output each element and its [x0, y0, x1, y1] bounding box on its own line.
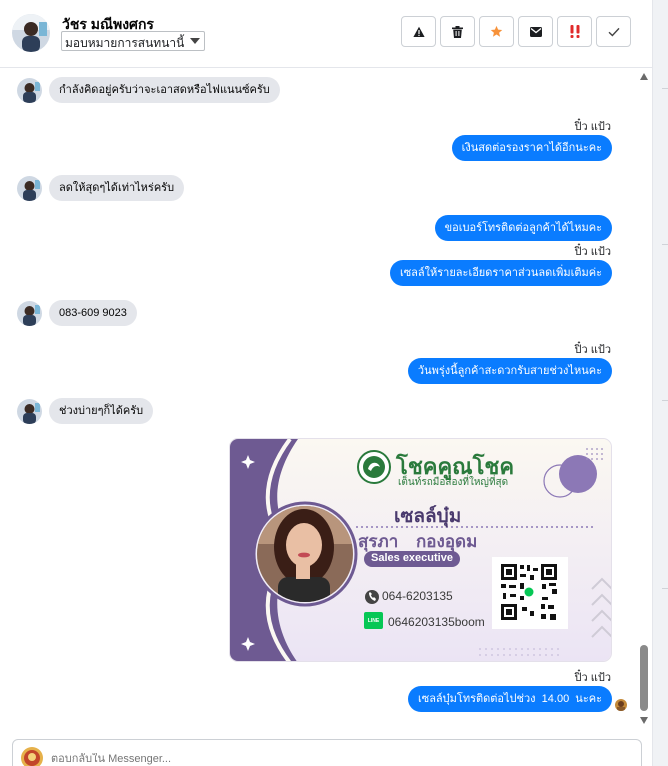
card-full-name: สุรภา กองอุดม — [358, 532, 478, 552]
star-icon — [490, 25, 503, 37]
sender-avatar — [17, 301, 42, 326]
sender-name: ปิ๋ว แป้ว — [574, 672, 611, 684]
mail-icon — [529, 26, 542, 37]
card-nickname: เซลล์บุ๋ม — [394, 505, 462, 527]
messenger-inbox-window: วัชร มณีพงศกร มอบหมายการสนทนานี้ กำลังคิ… — [0, 0, 668, 766]
sender-avatar — [17, 399, 42, 424]
right-panel-edge — [652, 0, 668, 766]
delete-button[interactable] — [440, 16, 475, 47]
mark-done-button[interactable] — [596, 16, 631, 47]
sender-name: ปิ๋ว แป้ว — [574, 246, 611, 258]
business-card-image[interactable]: โชคคูณโชค เต็นท์รถมือสองที่ใหญ่ที่สุด เซ… — [229, 438, 612, 662]
check-icon — [608, 27, 620, 37]
conversation-header: วัชร มณีพงศกร มอบหมายการสนทนานี้ — [0, 0, 652, 68]
scroll-thumb[interactable] — [640, 645, 648, 711]
trash-icon — [452, 25, 463, 38]
spam-icon — [570, 25, 579, 38]
incoming-message[interactable]: กำลังคิดอยู่ครับว่าจะเอาสดหรือไฟแนนซ์ครั… — [49, 77, 280, 103]
page-avatar — [21, 747, 43, 766]
outgoing-message[interactable]: เซลล์ให้รายละเอียดราคาส่วนลดเพิ่มเติมค่ะ — [389, 260, 612, 286]
outgoing-message[interactable]: วันพรุ่งนี้ลูกค้าสะดวกรับสายช่วงไหนคะ — [407, 358, 612, 384]
brand-tagline: เต็นท์รถมือสองที่ใหญ่ที่สุด — [398, 477, 509, 488]
assign-conversation-label: มอบหมายการสนทนานี้ — [65, 36, 185, 50]
line-badge: LINE — [367, 618, 380, 624]
incoming-message[interactable]: 083-609 9023 — [49, 300, 137, 326]
outgoing-message[interactable]: ขอเบอร์โทรติดต่อลูกค้าได้ไหมคะ — [434, 215, 612, 241]
card-position: Sales executive — [371, 552, 453, 564]
sender-avatar — [17, 78, 42, 103]
mark-spam-button[interactable] — [557, 16, 592, 47]
star-button[interactable] — [479, 16, 514, 47]
outgoing-message[interactable]: เซลล์บุ๋มโทรติดต่อไปช่วง 14.00 นะคะ — [407, 686, 612, 712]
conversation-actions — [401, 16, 631, 47]
mark-unread-button[interactable] — [518, 16, 553, 47]
incoming-message[interactable]: ลดให้สุดๆได้เท่าไหร่ครับ — [49, 175, 185, 201]
warning-icon — [412, 26, 425, 37]
sender-avatar — [17, 176, 42, 201]
card-phone: 064-6203135 — [382, 589, 453, 603]
contact-avatar[interactable] — [12, 14, 50, 52]
report-button[interactable] — [401, 16, 436, 47]
card-line-id: 0646203135boom — [388, 615, 485, 629]
reply-input[interactable] — [51, 753, 611, 765]
outgoing-message[interactable]: เงินสดต่อรองราคาได้อีกนะคะ — [451, 135, 612, 161]
thread-scrollbar[interactable] — [636, 69, 652, 734]
sender-name: ปิ๋ว แป้ว — [574, 121, 611, 133]
sender-name: ปิ๋ว แป้ว — [574, 344, 611, 356]
assign-conversation-dropdown[interactable]: มอบหมายการสนทนานี้ — [61, 31, 206, 51]
reply-composer[interactable] — [12, 739, 642, 766]
seen-receipt-avatar — [615, 699, 627, 711]
message-thread[interactable]: กำลังคิดอยู่ครับว่าจะเอาสดหรือไฟแนนซ์ครั… — [0, 69, 652, 734]
chevron-down-icon — [190, 38, 201, 44]
scroll-down-icon[interactable] — [640, 717, 648, 724]
incoming-message[interactable]: ช่วงบ่ายๆก็ได้ครับ — [49, 398, 154, 424]
scroll-up-icon[interactable] — [640, 73, 648, 80]
